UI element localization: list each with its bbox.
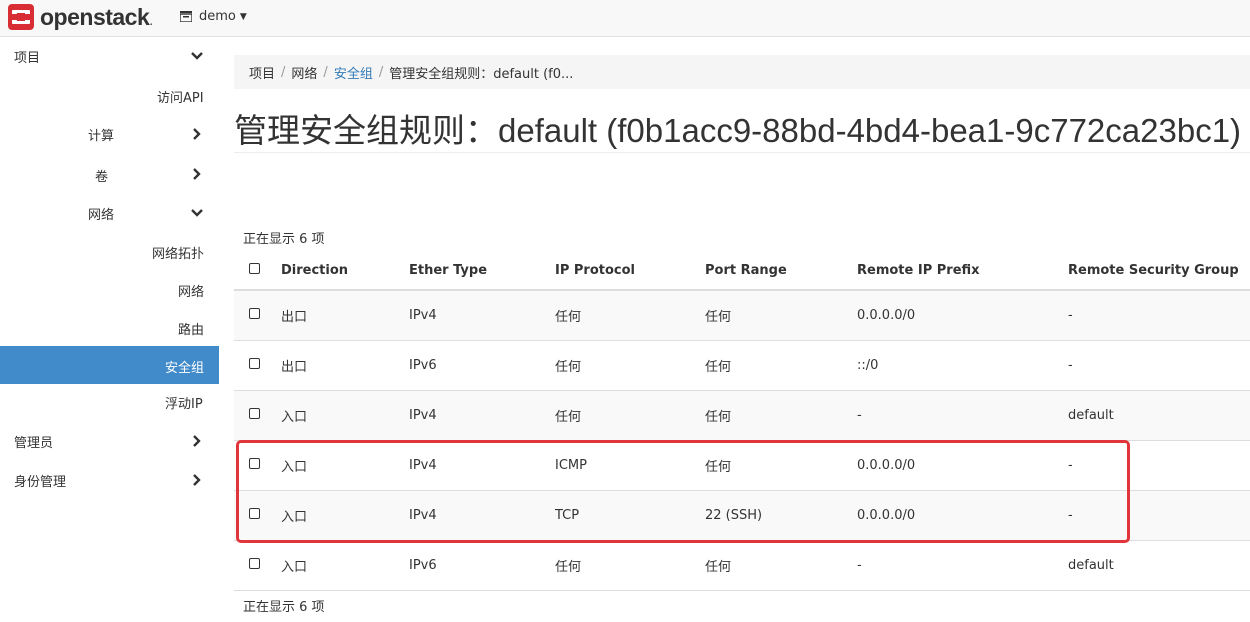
cell-remote-security-group: - <box>1068 340 1250 391</box>
sidebar-item-access-api[interactable]: 访问API <box>157 87 204 106</box>
table-header-row: Direction Ether Type IP Protocol Port Ra… <box>234 252 1250 291</box>
table-row: 入口 IPv6 任何 任何 - default <box>234 540 1250 591</box>
cell-remote-ip-prefix: - <box>857 390 1068 441</box>
cell-ip-protocol: 任何 <box>555 289 705 341</box>
cell-remote-security-group: - <box>1068 490 1250 541</box>
project-name: demo <box>199 9 236 24</box>
brand-name: openstack <box>40 3 150 30</box>
cell-ether-type: IPv6 <box>409 340 555 391</box>
breadcrumb-current: 管理安全组规则：default (f0... <box>389 66 574 82</box>
column-header-remote-ip-prefix[interactable]: Remote IP Prefix <box>857 252 1068 291</box>
cell-remote-security-group: default <box>1068 390 1250 441</box>
cell-direction: 出口 <box>281 340 409 391</box>
column-header-ip-protocol[interactable]: IP Protocol <box>555 252 705 291</box>
row-checkbox[interactable] <box>249 358 260 369</box>
sidebar-item-networks[interactable]: 网络 <box>178 281 204 300</box>
cell-port-range: 任何 <box>705 390 857 441</box>
select-all-cell <box>234 252 281 291</box>
chevron-right-icon <box>193 128 201 140</box>
sidebar: 项目 访问API 计算 卷 网络 网络拓扑 网络 路由 安全组 浮动IP 管理员… <box>0 37 219 622</box>
cell-direction: 入口 <box>281 490 409 541</box>
table-row: 入口 IPv4 任何 任何 - default <box>234 390 1250 441</box>
breadcrumb: 项目 / 网络 / 安全组 / 管理安全组规则：default (f0... <box>234 55 1250 89</box>
row-checkbox[interactable] <box>249 458 260 469</box>
table-row: 入口 IPv4 TCP 22 (SSH) 0.0.0.0/0 - <box>234 490 1250 541</box>
brand-trademark: . <box>149 14 154 28</box>
sidebar-item-network[interactable]: 网络 <box>88 204 114 223</box>
sidebar-item-floating-ips[interactable]: 浮动IP <box>165 393 203 412</box>
cell-direction: 出口 <box>281 289 409 341</box>
cell-remote-security-group: default <box>1068 540 1250 591</box>
cell-ip-protocol: TCP <box>555 490 705 541</box>
cell-port-range: 任何 <box>705 540 857 591</box>
cell-port-range: 任何 <box>705 289 857 341</box>
title-divider <box>234 152 1250 153</box>
cell-port-range: 22 (SSH) <box>705 490 857 541</box>
item-count-bottom: 正在显示 6 项 <box>243 600 325 615</box>
cell-ether-type: IPv6 <box>409 540 555 591</box>
cell-ether-type: IPv4 <box>409 440 555 491</box>
chevron-right-icon <box>193 435 201 447</box>
sidebar-item-project[interactable]: 项目 <box>14 47 40 66</box>
cell-remote-ip-prefix: 0.0.0.0/0 <box>857 490 1068 541</box>
row-checkbox[interactable] <box>249 308 260 319</box>
sidebar-item-identity[interactable]: 身份管理 <box>14 471 66 490</box>
openstack-logo-icon <box>8 4 34 30</box>
cell-port-range: 任何 <box>705 340 857 391</box>
openstack-logo[interactable]: openstack. <box>8 4 153 30</box>
cell-ip-protocol: 任何 <box>555 390 705 441</box>
sidebar-item-admin[interactable]: 管理员 <box>14 432 53 451</box>
top-navbar: openstack. demo ▼ <box>0 0 1250 37</box>
cell-port-range: 任何 <box>705 440 857 491</box>
cell-remote-security-group: - <box>1068 289 1250 341</box>
page-title: 管理安全组规则：default (f0b1acc9-88bd-4bd4-bea1… <box>234 112 1242 149</box>
chevron-down-icon <box>191 52 203 60</box>
column-header-port-range[interactable]: Port Range <box>705 252 857 291</box>
cell-ether-type: IPv4 <box>409 490 555 541</box>
row-checkbox[interactable] <box>249 408 260 419</box>
select-all-checkbox[interactable] <box>249 263 260 274</box>
security-group-rules-table: Direction Ether Type IP Protocol Port Ra… <box>234 252 1250 591</box>
cell-remote-ip-prefix: ::/0 <box>857 340 1068 391</box>
table-row: 出口 IPv6 任何 任何 ::/0 - <box>234 340 1250 391</box>
cell-remote-security-group: - <box>1068 440 1250 491</box>
cell-direction: 入口 <box>281 390 409 441</box>
cell-ip-protocol: 任何 <box>555 340 705 391</box>
breadcrumb-separator: / <box>323 64 328 80</box>
breadcrumb-network[interactable]: 网络 <box>291 63 317 82</box>
table-row: 出口 IPv4 任何 任何 0.0.0.0/0 - <box>234 289 1250 341</box>
cell-direction: 入口 <box>281 440 409 491</box>
caret-down-icon: ▼ <box>239 11 247 22</box>
breadcrumb-separator: / <box>378 64 384 80</box>
cell-ether-type: IPv4 <box>409 390 555 441</box>
cell-direction: 入口 <box>281 540 409 591</box>
chevron-down-icon <box>191 209 203 217</box>
sidebar-item-routers[interactable]: 路由 <box>178 319 204 338</box>
project-selector[interactable]: demo ▼ <box>180 9 247 24</box>
breadcrumb-security-groups-link[interactable]: 安全组 <box>334 63 373 82</box>
column-header-ether-type[interactable]: Ether Type <box>409 252 555 291</box>
sidebar-item-volumes[interactable]: 卷 <box>95 166 108 185</box>
row-checkbox[interactable] <box>249 558 260 569</box>
row-checkbox[interactable] <box>249 508 260 519</box>
sidebar-item-compute[interactable]: 计算 <box>88 125 114 144</box>
sidebar-item-security-groups[interactable]: 安全组 <box>165 357 204 376</box>
cell-ether-type: IPv4 <box>409 289 555 341</box>
project-list-icon <box>180 11 192 22</box>
cell-ip-protocol: 任何 <box>555 540 705 591</box>
column-header-direction[interactable]: Direction <box>281 252 409 291</box>
sidebar-item-network-topology[interactable]: 网络拓扑 <box>152 243 204 262</box>
breadcrumb-separator: / <box>281 64 286 80</box>
chevron-right-icon <box>193 474 201 486</box>
cell-remote-ip-prefix: 0.0.0.0/0 <box>857 289 1068 341</box>
table-row: 入口 IPv4 ICMP 任何 0.0.0.0/0 - <box>234 440 1250 491</box>
breadcrumb-project[interactable]: 项目 <box>249 63 275 82</box>
item-count-top: 正在显示 6 项 <box>243 232 325 247</box>
column-header-remote-security-group[interactable]: Remote Security Group <box>1068 252 1250 291</box>
cell-remote-ip-prefix: - <box>857 540 1068 591</box>
cell-ip-protocol: ICMP <box>555 440 705 491</box>
chevron-right-icon <box>193 168 201 180</box>
cell-remote-ip-prefix: 0.0.0.0/0 <box>857 440 1068 491</box>
